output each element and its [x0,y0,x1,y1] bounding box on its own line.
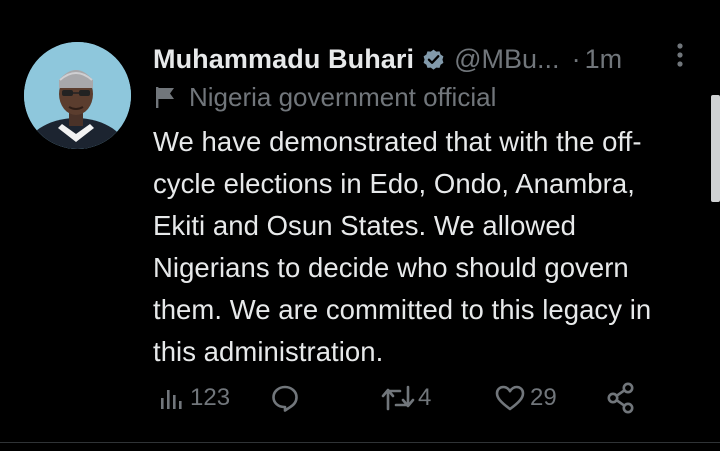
retweet-icon [380,383,416,413]
account-label-text: Nigeria government official [189,81,497,112]
tweet-actions: 123 4 29 [0,378,720,418]
reply-button[interactable] [270,378,300,418]
author-name[interactable]: Muhammadu Buhari [153,44,414,75]
account-label: Nigeria government official [153,80,496,114]
avatar-image [24,42,131,149]
heart-icon [494,383,526,413]
views-count: 123 [190,384,231,411]
share-button[interactable] [606,378,636,418]
scrollbar-thumb[interactable] [711,95,720,202]
like-count: 29 [530,384,557,411]
author-handle[interactable]: @MBu... [454,44,559,75]
verified-badge-icon [421,47,446,72]
views-button[interactable]: 123 [158,378,230,418]
retweet-count: 4 [418,384,432,411]
tweet-header: Muhammadu Buhari @MBu... · 1m [153,38,693,80]
analytics-icon [158,384,186,412]
more-vertical-icon[interactable] [672,42,688,70]
separator-dot: · [571,43,581,74]
reply-icon [270,383,300,413]
timestamp[interactable]: 1m [585,44,623,75]
tweet-text: We have demonstrated that with the off- … [153,126,652,367]
like-button[interactable]: 29 [494,378,557,418]
share-icon [606,382,636,414]
avatar[interactable] [24,42,131,149]
retweet-button[interactable]: 4 [380,378,431,418]
tweet-card[interactable]: Muhammadu Buhari @MBu... · 1m Nigeria go… [0,0,720,451]
flag-icon [153,85,177,109]
divider [0,442,720,443]
